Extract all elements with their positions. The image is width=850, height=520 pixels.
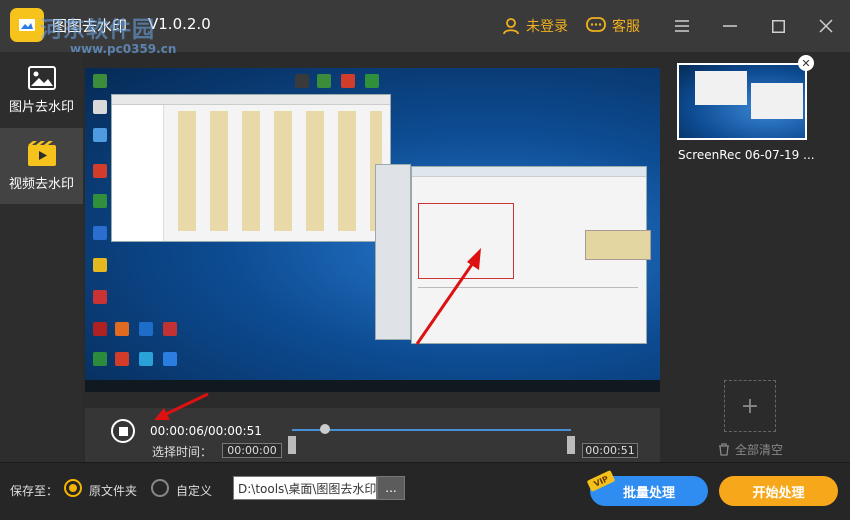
desktop-icon [93,258,107,272]
desktop-icon [93,226,107,240]
save-to-label: 保存至： [10,484,59,498]
trim-end-handle[interactable] [567,436,575,454]
app-logo-icon [10,8,44,42]
video-thumbnail[interactable] [677,63,807,140]
desktop-icon [295,74,309,88]
playback-time: 00:00:06/00:00:51 [150,424,262,438]
desktop-icon [93,322,107,336]
site-watermark-url: www.pc0359.cn [70,42,177,56]
remove-file-close-icon[interactable]: ✕ [798,55,814,71]
stop-icon [118,426,128,436]
custom-folder-label: 自定义 [176,484,213,498]
select-time-label: 选择时间： [152,445,213,459]
original-folder-label: 原文件夹 [89,484,138,498]
start-time-field[interactable]: 00:00:00 [222,443,282,458]
preview-side-window [375,164,411,340]
preview-timer-widget [585,230,651,260]
title-bar: 图图去水印 V1.0.2.0 河东软件园 www.pc0359.cn 未登录 客… [0,0,850,56]
batch-label: 批量处理 [622,485,675,501]
radio-custom-folder[interactable] [151,479,169,497]
trim-start-handle[interactable] [288,436,296,454]
minimize-icon[interactable] [720,16,740,36]
preview-taskbar [85,380,660,392]
image-icon [27,65,56,90]
sidebar-item-video-watermark[interactable]: 视频去水印 [0,128,83,204]
desktop-icon [93,352,107,366]
preview-explorer-window [111,94,391,242]
app-title: 图图去水印 [52,17,128,35]
service-label: 客服 [612,19,640,35]
plus-icon: + [740,393,760,419]
radio-original-folder[interactable] [64,479,82,497]
video-icon [27,140,56,166]
sidebar: 图片去水印 视频去水印 [0,52,83,462]
sidebar-item-label: 视频去水印 [8,176,74,192]
desktop-icon [139,352,153,366]
start-label: 开始处理 [752,485,805,501]
desktop-icon [365,74,379,88]
desktop-icon [163,352,177,366]
clear-all-button[interactable]: 全部清空 [718,441,783,458]
desktop-icon [163,322,177,336]
file-name: ScreenRec 06-07-19 ... [678,148,815,162]
stop-button[interactable] [111,419,135,443]
desktop-icon [93,128,107,142]
add-file-button[interactable]: + [724,380,776,432]
bottom-bar: 保存至： 原文件夹 自定义 D:\tools\桌面\图图去水印 ... 批量处理… [0,462,850,520]
desktop-icon [115,352,129,366]
clear-all-label: 全部清空 [735,443,784,457]
desktop-icon [317,74,331,88]
close-icon[interactable] [816,16,836,36]
desktop-icon [139,322,153,336]
timeline-track[interactable] [292,429,571,431]
desktop-icon [93,100,107,114]
annotation-arrow-icon [154,392,209,420]
end-time-field[interactable]: 00:00:51 [582,443,638,458]
browse-button[interactable]: ... [377,476,405,500]
desktop-icon [93,164,107,178]
app-version: V1.0.2.0 [148,15,211,33]
video-preview[interactable] [85,68,660,392]
sidebar-item-image-watermark[interactable]: 图片去水印 [0,52,83,128]
desktop-icon [115,322,129,336]
start-process-button[interactable]: 开始处理 [719,476,838,506]
login-button[interactable]: 未登录 [502,16,568,36]
sidebar-item-label: 图片去水印 [8,99,74,115]
maximize-icon[interactable] [768,16,788,36]
customer-service-button[interactable]: 客服 [586,16,640,36]
annotation-arrow-icon [415,248,481,345]
desktop-icon [341,74,355,88]
menu-icon[interactable] [672,16,692,36]
desktop-icon [93,290,107,304]
desktop-icon [93,74,107,88]
output-path-field[interactable]: D:\tools\桌面\图图去水印 [233,476,377,500]
desktop-icon [93,194,107,208]
user-icon [503,18,519,35]
trash-icon [719,443,729,456]
chat-icon [586,17,606,32]
login-label: 未登录 [526,19,568,35]
